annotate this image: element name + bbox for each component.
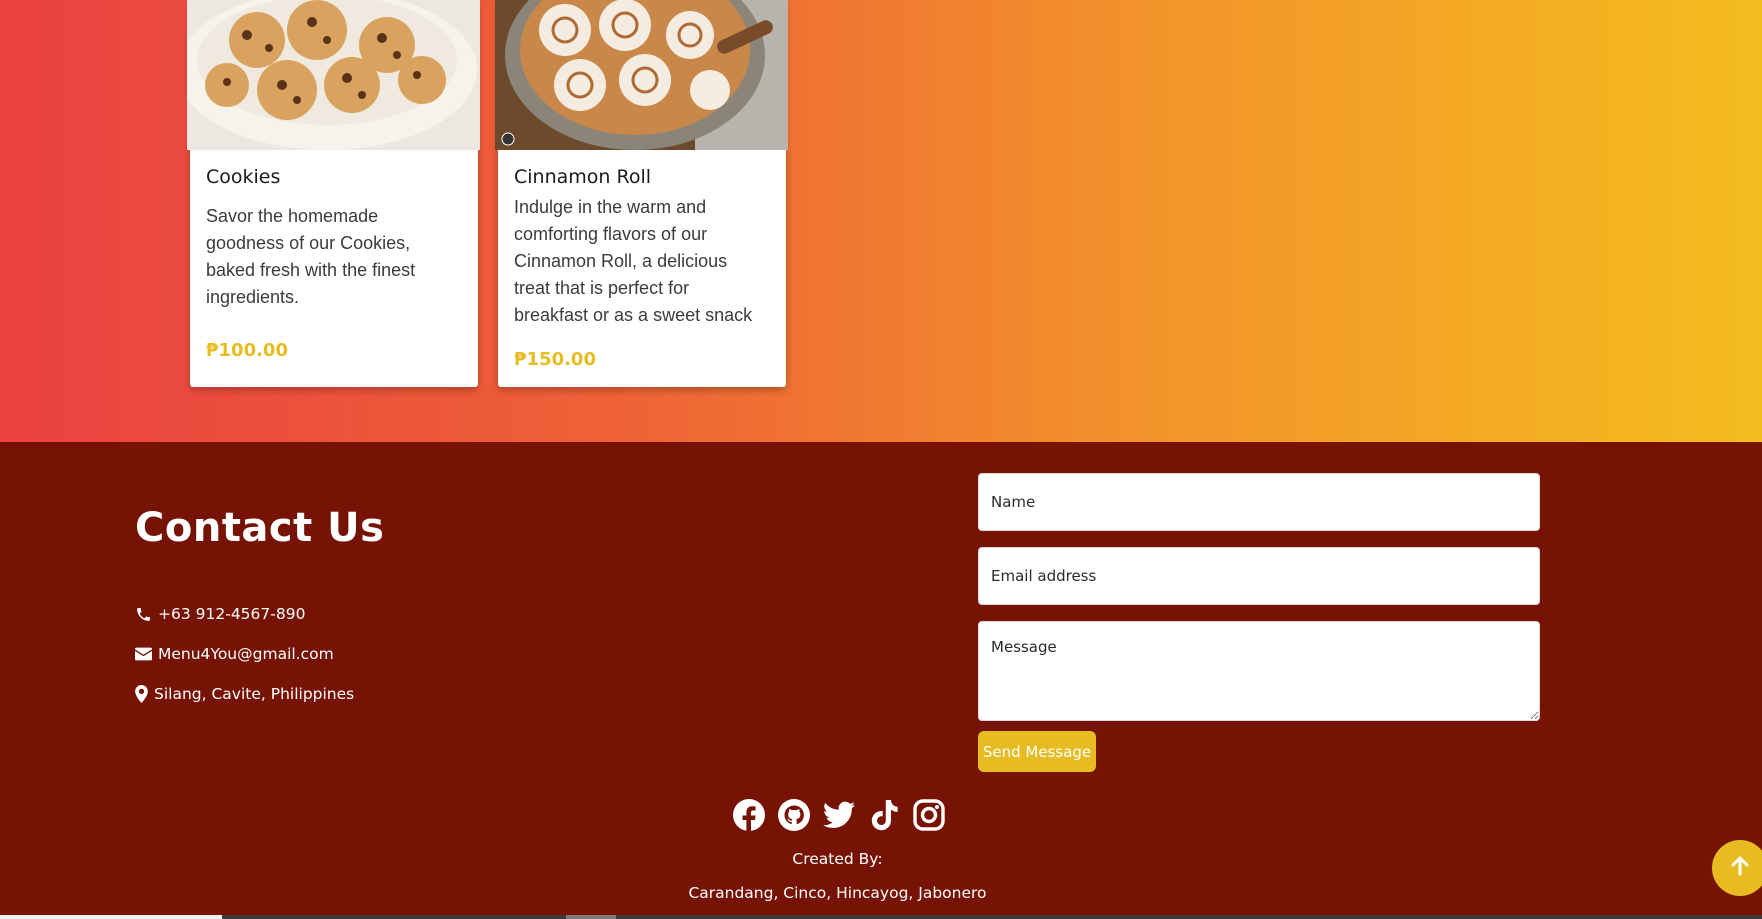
tiktok-icon[interactable] (867, 798, 901, 832)
contact-email: Menu4You@gmail.com (135, 645, 334, 663)
bottom-scroll-strip (0, 915, 1762, 919)
phone-icon (135, 606, 152, 623)
menu-card-price: ₱100.00 (206, 340, 288, 361)
email-field[interactable] (978, 547, 1540, 605)
contact-phone: +63 912-4567-890 (135, 605, 305, 623)
contact-phone-text: +63 912-4567-890 (158, 605, 306, 623)
map-marker-icon (135, 685, 148, 703)
cinnamon-roll-image (495, 0, 788, 150)
message-field[interactable] (978, 621, 1540, 721)
strip-segment (566, 915, 616, 919)
contact-heading: Contact Us (135, 505, 385, 551)
menu-card-description: Indulge in the warm and comforting flavo… (514, 197, 753, 325)
authors-text: Carandang, Cinco, Hincayog, Jabonero (688, 884, 987, 902)
github-icon[interactable] (777, 798, 811, 832)
menu-card-price: ₱150.00 (514, 349, 596, 370)
contact-address-text: Silang, Cavite, Philippines (154, 685, 355, 703)
twitter-icon[interactable] (822, 798, 856, 832)
menu-card-title: Cinnamon Roll (514, 166, 652, 188)
facebook-icon[interactable] (732, 798, 766, 832)
strip-segment (0, 915, 222, 919)
created-by-label: Created By: (792, 850, 883, 868)
name-field[interactable] (978, 473, 1540, 531)
arrow-up-icon (1731, 856, 1749, 881)
cookies-image (187, 0, 480, 150)
menu-card-description: Savor the homemade goodness of our Cooki… (206, 206, 416, 307)
menu-card-title: Cookies (206, 166, 281, 188)
envelope-icon (135, 647, 152, 661)
back-to-top-button[interactable] (1712, 840, 1762, 896)
menu-card-cinnamon-roll[interactable]: Cinnamon Roll Indulge in the warm and co… (495, 0, 788, 387)
instagram-icon[interactable] (912, 798, 946, 832)
social-links (732, 798, 946, 832)
menu-card-cookies[interactable]: Cookies Savor the homemade goodness of o… (187, 0, 480, 387)
contact-email-text: Menu4You@gmail.com (158, 645, 334, 663)
send-message-button[interactable]: Send Message (978, 731, 1096, 772)
contact-address: Silang, Cavite, Philippines (135, 685, 354, 703)
